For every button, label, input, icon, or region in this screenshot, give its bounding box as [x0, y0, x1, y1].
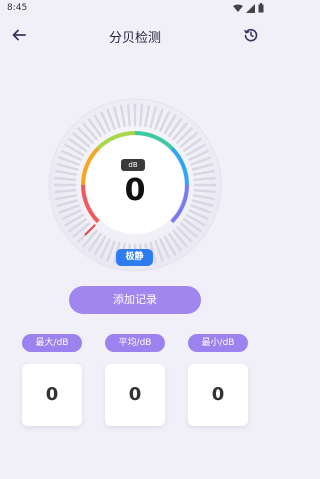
history-clock-icon	[244, 28, 258, 42]
stat-max: 最大/dB 0	[22, 334, 82, 426]
stat-min-label: 最小/dB	[188, 334, 248, 352]
battery-icon	[258, 3, 264, 13]
stat-min-value: 0	[188, 364, 248, 426]
signal-icon	[246, 3, 255, 13]
stat-avg-label: 平均/dB	[105, 334, 165, 352]
stat-max-value: 0	[22, 364, 82, 426]
stat-avg-value: 0	[105, 364, 165, 426]
status-icons	[233, 3, 264, 13]
decibel-meter: dB 0 极静	[45, 95, 225, 275]
db-unit-badge: dB	[121, 159, 145, 171]
noise-level-badge: 极静	[116, 249, 153, 266]
status-bar: 8:45	[0, 0, 270, 18]
wifi-icon	[233, 4, 243, 12]
page-title: 分贝检测	[108, 31, 161, 46]
history-button[interactable]	[240, 24, 262, 46]
add-record-button[interactable]: 添加记录	[69, 286, 201, 314]
app-header: 分贝检测	[0, 22, 270, 48]
stat-min: 最小/dB 0	[188, 334, 248, 426]
stat-max-label: 最大/dB	[22, 334, 82, 352]
status-time: 8:45	[7, 3, 28, 13]
db-value: 0	[124, 173, 146, 208]
stat-avg: 平均/dB 0	[105, 334, 165, 426]
